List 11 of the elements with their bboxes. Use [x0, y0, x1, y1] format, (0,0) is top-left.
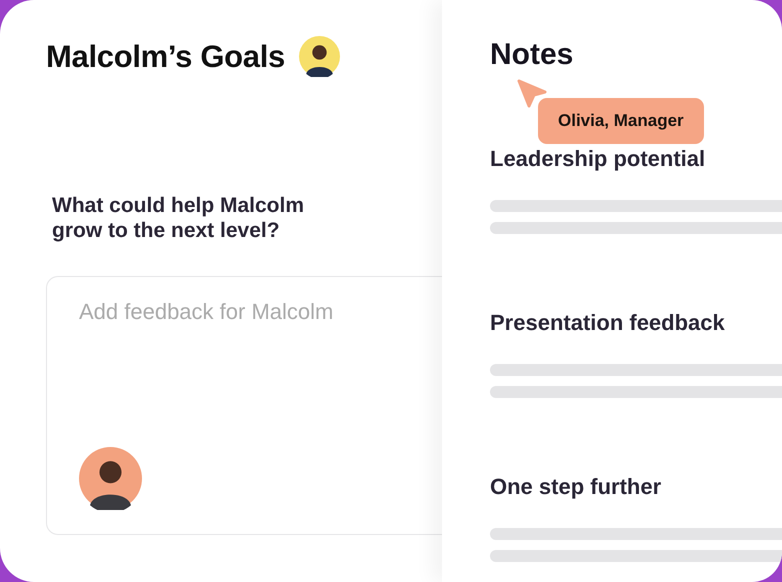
- user-tag: Olivia, Manager: [538, 98, 704, 144]
- page-title: Malcolm’s Goals: [46, 38, 285, 74]
- cursor-icon: [517, 79, 547, 108]
- note-heading: One step further: [490, 473, 662, 501]
- avatar: [79, 447, 142, 510]
- question-text: What could help Malcolm grow to the next level?: [52, 193, 306, 243]
- note-heading: Leadership potential: [490, 145, 706, 173]
- notes-title: Notes: [490, 38, 574, 72]
- feedback-field[interactable]: Add feedback for Malcolm: [79, 299, 429, 333]
- note-heading: Presentation feedback: [490, 309, 726, 337]
- avatar: [299, 36, 340, 77]
